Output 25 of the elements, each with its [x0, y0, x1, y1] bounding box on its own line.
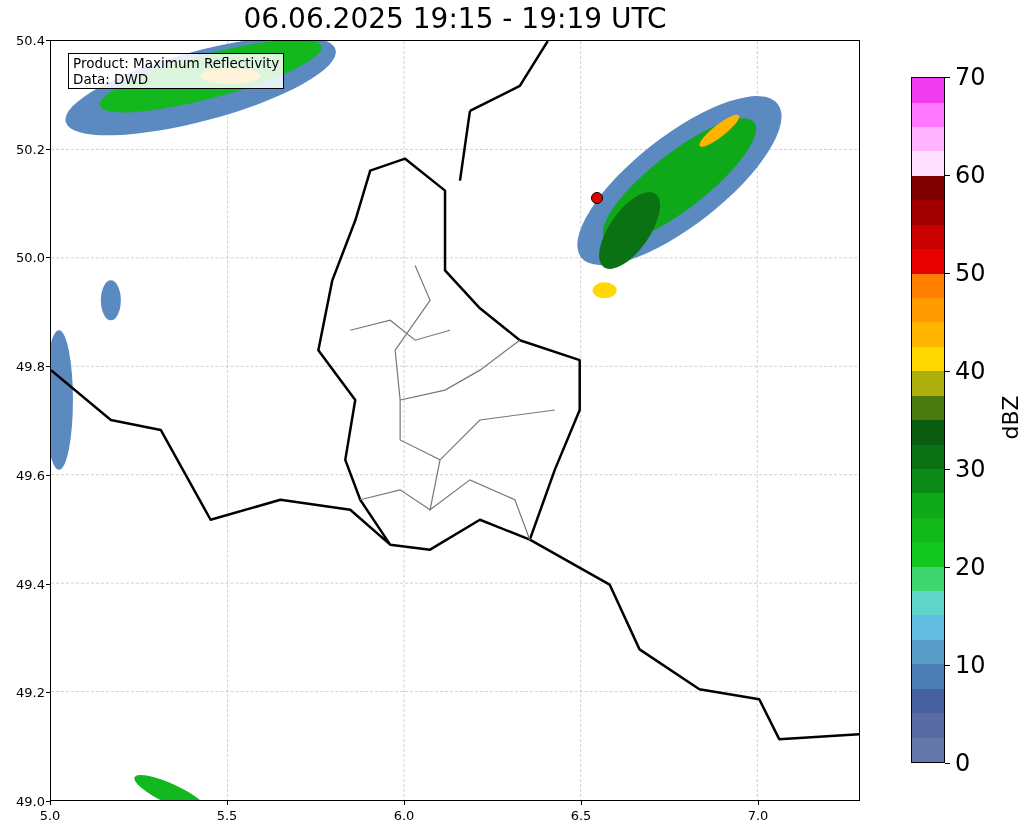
y-tick-label: 50.4 — [16, 32, 45, 48]
info-text: Data: DWD — [73, 71, 150, 87]
y-tick-label: 49.4 — [16, 576, 45, 592]
colorbar-tick-label: 0 — [955, 749, 971, 777]
x-tick-label: 6.5 — [570, 808, 592, 823]
y-tick-label: 49.6 — [16, 467, 45, 483]
y-tick-label: 49.8 — [16, 358, 45, 374]
x-tick-label: 5.5 — [216, 808, 238, 823]
colorbar-tick-label: 30 — [955, 455, 986, 483]
info-text: Product: Maximum Reflectivity — [73, 55, 280, 71]
colorbar-label: dBZ — [997, 395, 1023, 440]
x-tick-label: 7.0 — [747, 808, 769, 823]
y-tick-label: 50.2 — [16, 141, 45, 157]
colorbar-tick-label: 10 — [955, 651, 986, 679]
y-tick-label: 49.0 — [16, 793, 45, 809]
y-tick-label: 49.2 — [16, 684, 45, 700]
colorbar-tick-label: 50 — [955, 259, 986, 287]
colorbar-tick-label: 40 — [955, 357, 986, 385]
colorbar-tick-label: 70 — [955, 63, 986, 91]
colorbar-tick-label: 60 — [955, 161, 986, 189]
x-tick-label: 6.0 — [393, 808, 415, 823]
colorbar-tick-label: 20 — [955, 553, 986, 581]
x-tick-label: 5.0 — [39, 808, 61, 823]
chart-title: 06.06.2025 19:15 - 19:19 UTC — [242, 2, 668, 35]
y-tick-label: 50.0 — [16, 249, 45, 265]
